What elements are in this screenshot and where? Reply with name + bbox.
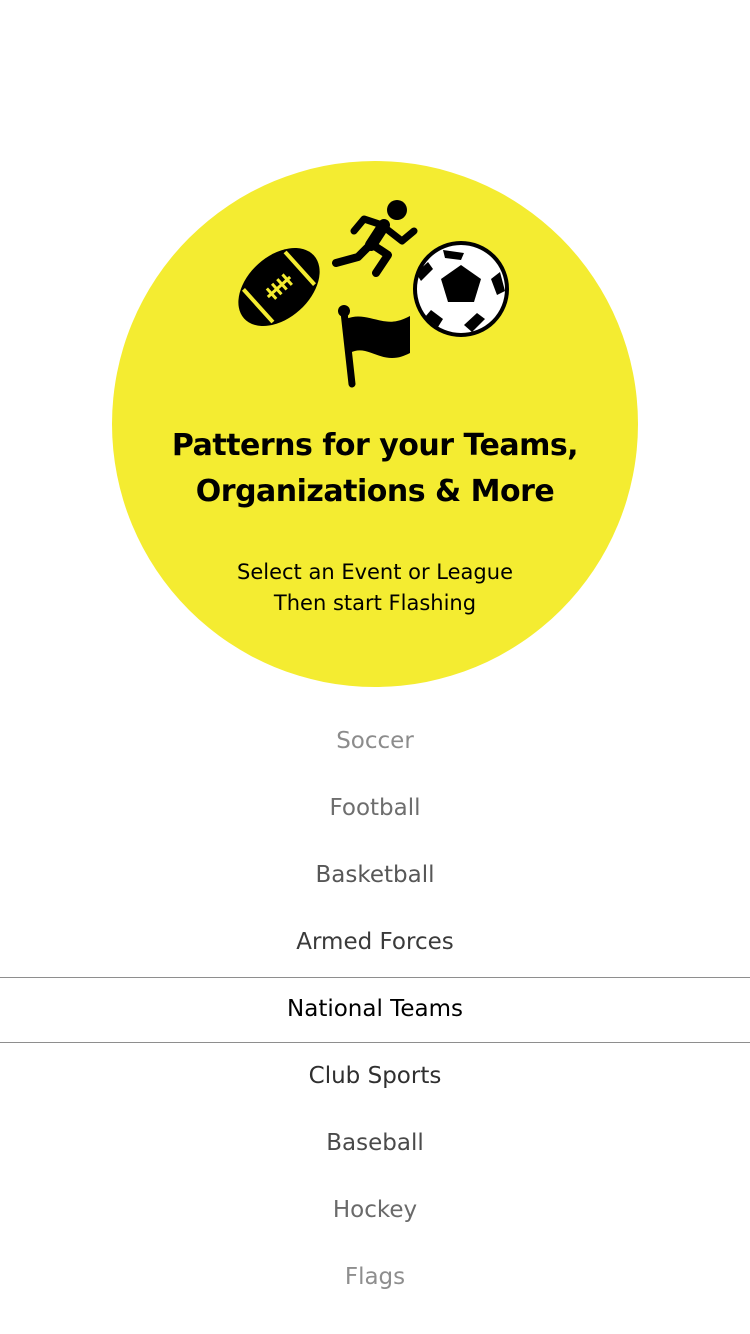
hero-title-line-2: Organizations & More xyxy=(195,474,555,509)
hero-subtitle: Select an Event or League Then start Fla… xyxy=(112,557,638,619)
picker-item-flags[interactable]: Flags xyxy=(0,1244,750,1311)
hero-subtitle-line-1: Select an Event or League xyxy=(237,560,513,584)
picker-item-soccer[interactable]: Soccer xyxy=(0,708,750,775)
picker-item-baseball[interactable]: Baseball xyxy=(0,1110,750,1177)
american-football-icon xyxy=(238,248,320,326)
hero-title: Patterns for your Teams, Organizations &… xyxy=(112,423,638,515)
picker-item-armed-forces[interactable]: Armed Forces xyxy=(0,909,750,976)
hero-circle: Patterns for your Teams, Organizations &… xyxy=(112,161,638,687)
picker-item-hockey[interactable]: Hockey xyxy=(0,1177,750,1244)
category-picker-wheel[interactable]: Soccer Football Basketball Armed Forces … xyxy=(0,708,750,1312)
hero-subtitle-line-2: Then start Flashing xyxy=(273,591,477,615)
screen: Patterns for your Teams, Organizations &… xyxy=(0,0,750,1334)
runner-icon xyxy=(332,200,418,277)
flag-icon xyxy=(338,305,410,388)
picker-item-club-sports[interactable]: Club Sports xyxy=(0,1043,750,1110)
picker-item-basketball[interactable]: Basketball xyxy=(0,842,750,909)
hero-title-line-1: Patterns for your Teams, xyxy=(171,428,579,463)
picker-item-football[interactable]: Football xyxy=(0,775,750,842)
picker-item-national-teams[interactable]: National Teams xyxy=(0,976,750,1043)
soccer-ball-icon xyxy=(413,241,509,337)
